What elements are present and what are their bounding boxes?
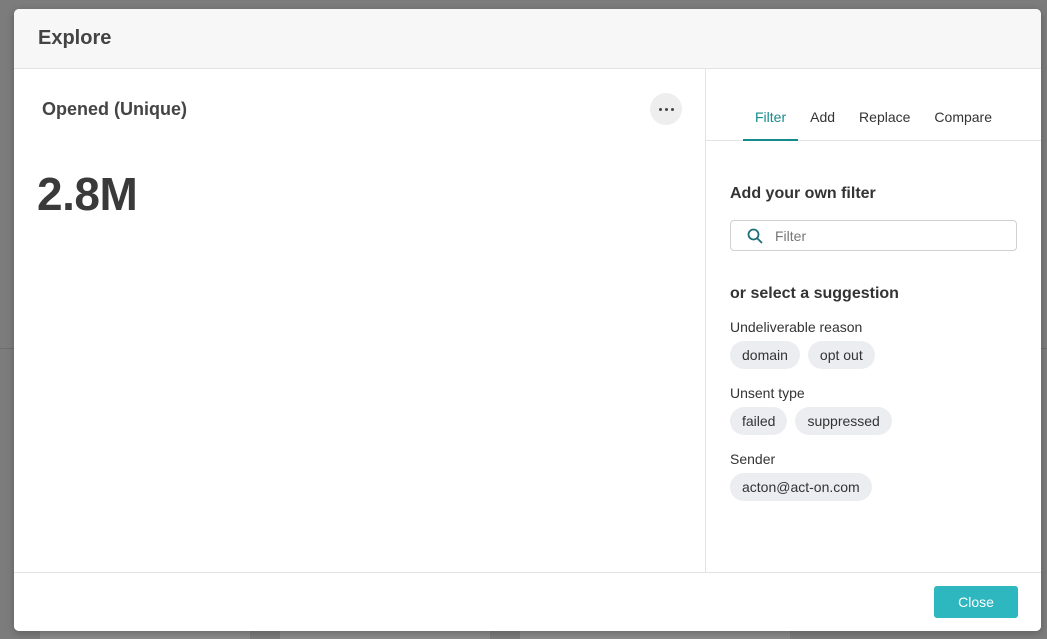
metric-value: 2.8M (37, 168, 138, 220)
group-label: Unsent type (730, 385, 805, 401)
tab-compare[interactable]: Compare (922, 108, 1004, 140)
chip-list: domain opt out (730, 341, 1017, 369)
tab-add[interactable]: Add (798, 108, 847, 140)
close-button[interactable]: Close (934, 586, 1018, 618)
backdrop-block (40, 631, 250, 639)
explore-modal: Explore Opened (Unique) 2.8M Filter Add … (14, 9, 1041, 631)
backdrop-block (520, 631, 790, 639)
modal-header: Explore (14, 9, 1041, 69)
group-label: Sender (730, 451, 776, 467)
filter-section: Add your own filter or select a suggesti… (730, 185, 1017, 501)
modal-body: Opened (Unique) 2.8M Filter Add Replace … (14, 69, 1041, 572)
modal-footer: Close (14, 572, 1041, 631)
chip-list: acton@act-on.com (730, 473, 1017, 501)
tab-bar: Filter Add Replace Compare (706, 69, 1041, 141)
group-label: Undeliverable reason (730, 319, 863, 335)
metric-panel: Opened (Unique) 2.8M (14, 69, 706, 572)
more-options-button[interactable] (650, 93, 682, 125)
filter-search-box (730, 220, 1017, 251)
chip-list: failed suppressed (730, 407, 1017, 435)
filter-panel: Filter Add Replace Compare Add your own … (706, 69, 1041, 572)
chip-opt-out[interactable]: opt out (807, 341, 875, 369)
backdrop-block (280, 631, 490, 639)
suggestion-group-undeliverable: Undeliverable reason domain opt out (730, 319, 1017, 369)
chip-suppressed[interactable]: suppressed (795, 407, 892, 435)
chip-sender-email[interactable]: acton@act-on.com (730, 473, 872, 501)
modal-title: Explore (38, 27, 112, 49)
filter-input[interactable] (775, 227, 995, 244)
suggestion-group-unsent-type: Unsent type failed suppressed (730, 385, 1017, 435)
suggestion-group-sender: Sender acton@act-on.com (730, 451, 1017, 501)
chip-domain[interactable]: domain (730, 341, 800, 369)
metric-title: Opened (Unique) (42, 99, 187, 119)
more-horizontal-icon (658, 107, 674, 111)
filter-heading: Add your own filter (730, 185, 876, 202)
tab-filter[interactable]: Filter (743, 108, 799, 141)
tab-replace[interactable]: Replace (847, 108, 922, 140)
suggestion-heading: or select a suggestion (730, 285, 899, 302)
chip-failed[interactable]: failed (730, 407, 788, 435)
search-icon (747, 228, 763, 243)
